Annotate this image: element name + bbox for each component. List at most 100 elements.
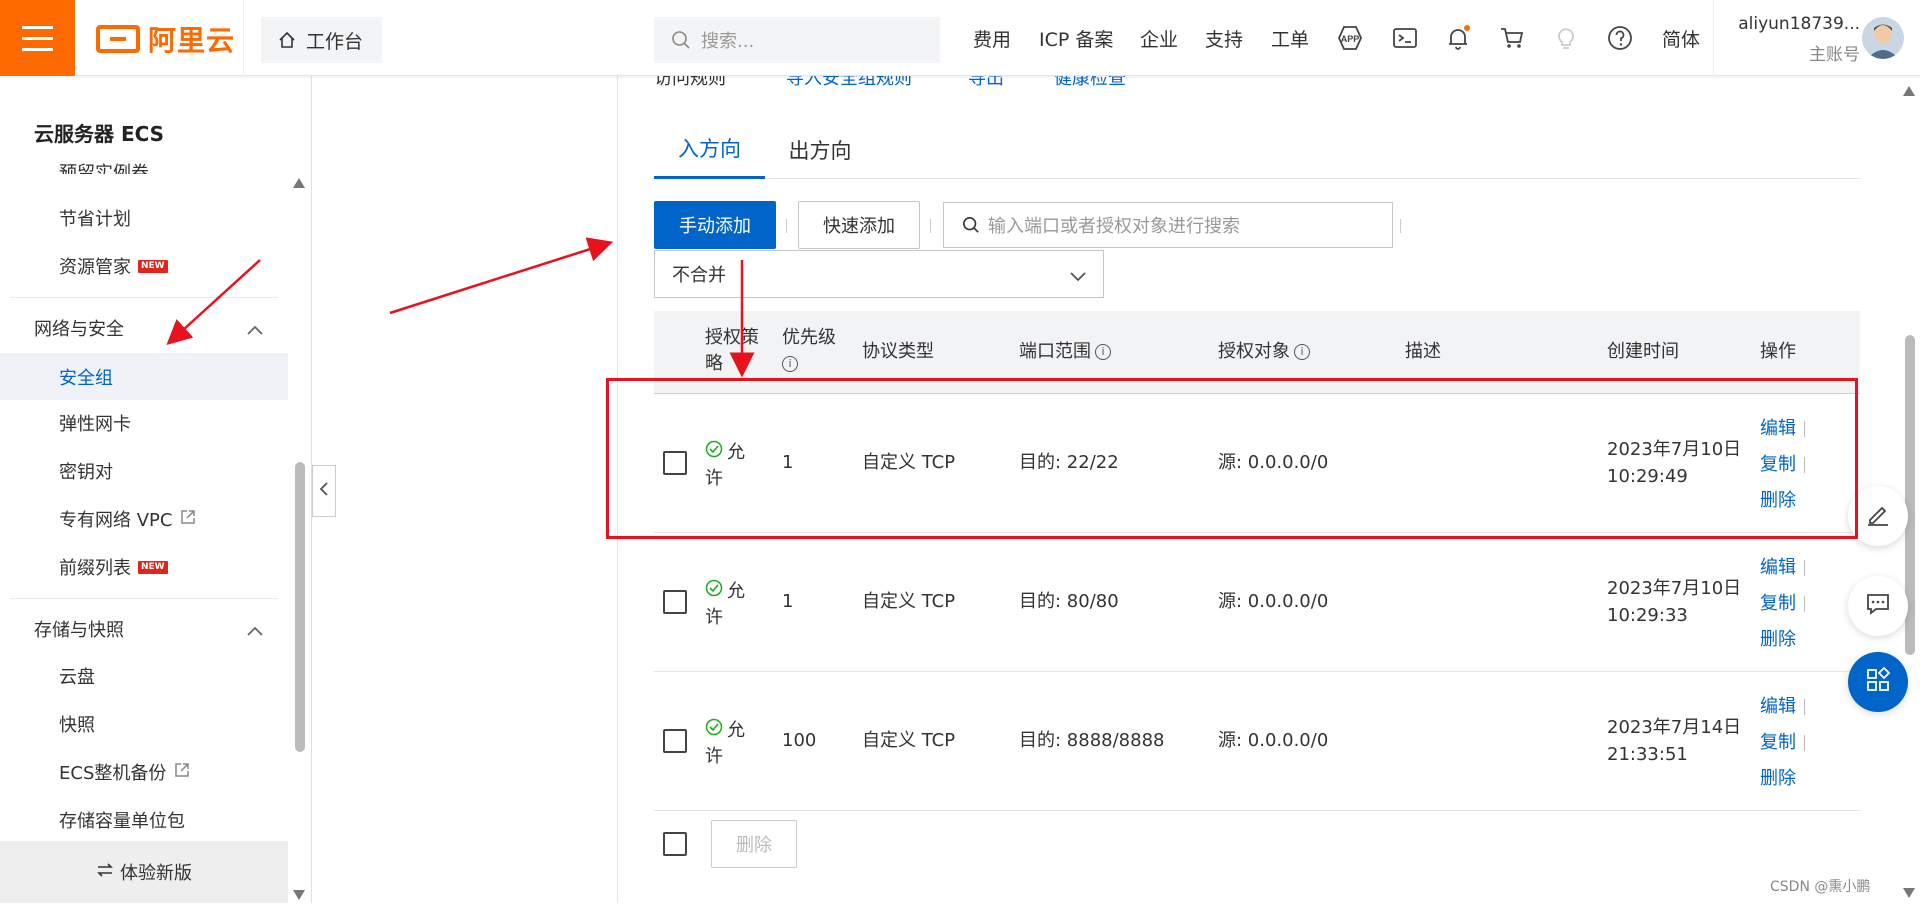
sidebar-item-keypair[interactable]: 密钥对 (0, 449, 288, 493)
app-icon[interactable]: APP (1336, 24, 1364, 52)
sidebar-item-label: 资源管家 (59, 257, 131, 278)
sidebar-item-resource-manager[interactable]: 资源管家 NEW (0, 244, 288, 288)
sidebar-group-network[interactable]: 网络与安全 (0, 306, 288, 350)
search-placeholder: 搜索... (701, 31, 755, 52)
sidebar-scroll-up-icon[interactable] (292, 174, 306, 193)
tab-inbound[interactable]: 入方向 (654, 120, 765, 179)
sidebar-item-label: 存储容量单位包 (59, 811, 185, 832)
sidebar-item-ecs-backup[interactable]: ECS整机备份 (0, 750, 288, 794)
aliyun-logo-icon (96, 25, 140, 53)
nav-billing[interactable]: 费用 (973, 0, 1011, 76)
health-check-link[interactable]: 健康检查 (1054, 76, 1126, 86)
try-new-version-button[interactable]: 体验新版 (0, 841, 288, 903)
copy-link[interactable]: 复制 (1760, 450, 1796, 476)
language-switch[interactable]: 简体 (1662, 0, 1700, 76)
check-circle-icon (705, 579, 723, 605)
header-protocol: 协议类型 (862, 341, 934, 362)
chevron-left-icon (319, 481, 329, 501)
chat-button[interactable] (1848, 576, 1908, 636)
page-scroll-down-icon[interactable] (1902, 884, 1916, 903)
delete-link[interactable]: 删除 (1760, 486, 1796, 512)
info-icon: i (1095, 344, 1111, 360)
bulk-delete-button[interactable]: 删除 (711, 820, 797, 868)
sidebar-item-disk[interactable]: 云盘 (0, 654, 288, 698)
help-icon[interactable] (1606, 24, 1634, 52)
sidebar-group-storage[interactable]: 存储与快照 (0, 607, 288, 651)
header-created: 创建时间 (1607, 341, 1679, 362)
page-scroll-up-icon[interactable] (1902, 82, 1916, 101)
workbench-label: 工作台 (306, 30, 364, 53)
created-date-cell: 2023年7月10日 (1607, 578, 1742, 599)
priority-cell: 100 (782, 730, 817, 751)
edit-link[interactable]: 编辑 (1760, 414, 1796, 440)
nav-enterprise[interactable]: 企业 (1140, 0, 1178, 76)
rule-search-input[interactable]: 输入端口或者授权对象进行搜索 (943, 202, 1393, 248)
sidebar-scrollbar[interactable] (295, 462, 305, 752)
header-operations: 操作 (1760, 341, 1796, 362)
chevron-up-icon (246, 320, 264, 341)
copy-link[interactable]: 复制 (1760, 589, 1796, 615)
table-header: 授权策略 优先级 i 协议类型 端口范围 i 授权对象 i 描述 创建时间 操作 (654, 311, 1860, 393)
nav-icp[interactable]: ICP 备案 (1039, 0, 1113, 76)
home-icon (278, 31, 296, 49)
hamburger-menu-button[interactable] (0, 0, 75, 76)
row-checkbox[interactable] (663, 451, 687, 475)
sidebar-item-label: 云盘 (59, 667, 95, 688)
sidebar-item-storage-capacity[interactable]: 存储容量单位包 (0, 798, 288, 842)
sidebar-group-label: 存储与快照 (34, 620, 124, 641)
nav-ticket[interactable]: 工单 (1271, 0, 1309, 76)
delete-link[interactable]: 删除 (1760, 764, 1796, 790)
sidebar-item-label: 密钥对 (59, 462, 113, 483)
watermark: CSDN @熏小鹏 (1770, 879, 1871, 895)
import-rules-link[interactable]: 导入安全组规则 (786, 76, 912, 86)
access-rules-label: 访问规则 (654, 76, 726, 86)
lightbulb-icon[interactable] (1552, 24, 1580, 52)
table-row: 允许 1 自定义 TCP 目的: 22/22 源: 0.0.0.0/0 2023… (654, 394, 1860, 533)
workbench-button[interactable]: 工作台 (261, 17, 382, 63)
apps-grid-icon (1864, 666, 1892, 698)
sidebar-item-security-group[interactable]: 安全组 (0, 353, 288, 400)
bell-icon[interactable] (1444, 24, 1472, 52)
manual-add-button[interactable]: 手动添加 (654, 201, 776, 249)
protocol-cell: 自定义 TCP (862, 452, 956, 473)
nav-support[interactable]: 支持 (1205, 0, 1243, 76)
sidebar-item-prefix-list[interactable]: 前缀列表 NEW (0, 545, 288, 589)
user-name: aliyun18739... (1738, 14, 1860, 34)
aliyun-logo[interactable]: 阿里云 (96, 22, 235, 57)
protocol-cell: 自定义 TCP (862, 730, 956, 751)
sidebar-title: 云服务器 ECS (34, 122, 165, 146)
edit-link[interactable]: 编辑 (1760, 692, 1796, 718)
terminal-icon[interactable] (1391, 24, 1419, 52)
row-checkbox[interactable] (663, 590, 687, 614)
avatar[interactable] (1862, 17, 1904, 59)
port-cell: 目的: 80/80 (1019, 591, 1119, 612)
sidebar-item-vpc[interactable]: 专有网络 VPC (0, 497, 288, 541)
header-policy: 授权策略 (705, 327, 759, 374)
edit-link[interactable]: 编辑 (1760, 553, 1796, 579)
select-all-checkbox[interactable] (663, 832, 687, 856)
feedback-edit-button[interactable] (1848, 486, 1908, 546)
policy-cell: 允许 (705, 440, 745, 489)
info-icon: i (782, 356, 798, 372)
check-circle-icon (705, 718, 723, 744)
quick-add-button[interactable]: 快速添加 (798, 201, 920, 249)
merge-select[interactable]: 不合并 (654, 250, 1104, 298)
sidebar-item-eni[interactable]: 弹性网卡 (0, 401, 288, 445)
sidebar-item-label: 弹性网卡 (59, 414, 131, 435)
apps-button[interactable] (1848, 652, 1908, 712)
user-menu[interactable]: aliyun18739... 主账号 (1710, 14, 1860, 65)
copy-link[interactable]: 复制 (1760, 728, 1796, 754)
row-checkbox[interactable] (663, 729, 687, 753)
sidebar-item-savings-plan[interactable]: 节省计划 (0, 196, 288, 240)
global-search-input[interactable]: 搜索... (654, 17, 940, 63)
export-link[interactable]: 导出 (968, 76, 1004, 86)
port-cell: 目的: 8888/8888 (1019, 730, 1165, 751)
sidebar-item-snapshot[interactable]: 快照 (0, 702, 288, 746)
delete-link[interactable]: 删除 (1760, 625, 1796, 651)
sidebar-item-reserved-instances[interactable]: 预留实例券 (0, 152, 288, 174)
cart-icon[interactable] (1498, 24, 1526, 52)
tab-outbound[interactable]: 出方向 (775, 120, 865, 179)
sidebar-scroll-down-icon[interactable] (292, 886, 306, 905)
header-priority: 优先级 i (782, 327, 836, 372)
collapse-sidebar-button[interactable] (312, 465, 336, 517)
